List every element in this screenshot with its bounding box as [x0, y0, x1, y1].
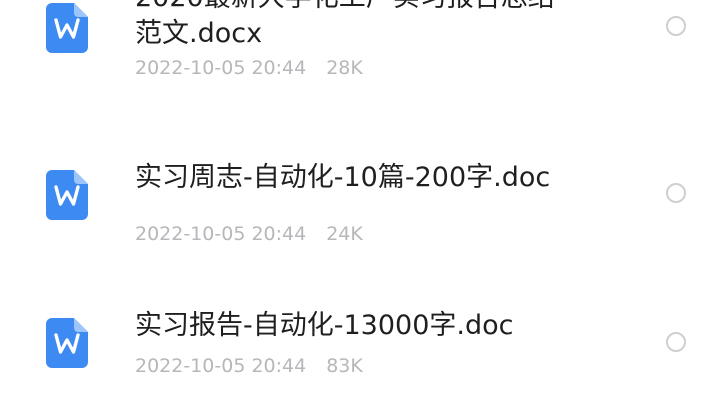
file-list-screen: 2020最新大学化工厂实习报告总结 范文.docx 2022-10-05 20:… — [0, 0, 720, 405]
select-radio[interactable] — [666, 332, 686, 352]
select-radio[interactable] — [666, 183, 686, 203]
file-meta: 2022-10-05 20:44 24K — [135, 222, 363, 246]
file-list-item[interactable]: 2020最新大学化工厂实习报告总结 范文.docx 2022-10-05 20:… — [0, 0, 720, 100]
file-date: 2022-10-05 20:44 — [135, 355, 307, 377]
file-list-item[interactable]: 实习报告-自动化-13000字.doc 2022-10-05 20:44 83K — [0, 290, 720, 405]
file-name: 实习报告-自动化-13000字.doc — [135, 310, 514, 341]
file-name: 2020最新大学化工厂实习报告总结 范文.docx — [135, 0, 555, 49]
file-meta: 2022-10-05 20:44 28K — [135, 56, 363, 80]
word-doc-icon — [46, 3, 88, 53]
file-size: 28K — [326, 57, 363, 79]
file-date: 2022-10-05 20:44 — [135, 57, 307, 79]
word-doc-icon — [46, 318, 88, 368]
file-size: 24K — [326, 223, 363, 245]
file-size: 83K — [326, 355, 363, 377]
select-radio[interactable] — [666, 16, 686, 36]
word-doc-icon — [46, 170, 88, 220]
file-name: 实习周志-自动化-10篇-200字.doc — [135, 162, 551, 193]
file-list-item[interactable]: 实习周志-自动化-10篇-200字.doc 2022-10-05 20:44 24… — [0, 140, 720, 260]
file-date: 2022-10-05 20:44 — [135, 223, 307, 245]
file-meta: 2022-10-05 20:44 83K — [135, 354, 363, 378]
